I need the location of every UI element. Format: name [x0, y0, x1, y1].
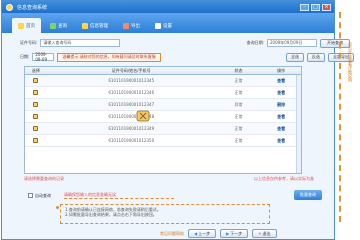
invert-select-button[interactable]: 反选: [307, 52, 325, 62]
row-checkbox[interactable]: [33, 137, 39, 143]
tab-search[interactable]: 查询: [44, 18, 73, 33]
id-label: 证件号码:: [20, 40, 38, 45]
export-icon: [123, 22, 129, 29]
date-input[interactable]: 2009年09月09日: [267, 39, 317, 47]
table-footer: 请选择需要查询的记录 以上信息仅供参考，请以实际为准: [24, 176, 314, 182]
row-status: 正常: [234, 137, 243, 143]
window-controls: – □ ×: [300, 3, 334, 11]
header-status: 状态: [234, 67, 243, 73]
tab-manage[interactable]: 信息管理: [76, 18, 114, 33]
hand-cursor-icon: [136, 110, 150, 122]
results-table: 选择 证件号码/姓名/手机号 状态 操作 610110190001012345 …: [24, 66, 302, 174]
next-button[interactable]: ▶ 下一步: [220, 229, 249, 238]
prev-icon: ◀: [194, 231, 198, 236]
row-number: 610110190001012350: [108, 138, 155, 143]
notice-banner: 温馨提示:请核对您的信息，如有疑问请及时联系客服: [57, 52, 161, 62]
row-checkbox[interactable]: [33, 101, 39, 107]
select-all-button[interactable]: 全选: [286, 52, 304, 62]
table-row[interactable]: 610110190001012349 正常 查看: [25, 123, 301, 135]
tip-line: 2.如需批量导出查询结果，请点击右下角导出按钮。: [65, 212, 157, 217]
tab-export[interactable]: 导出: [117, 18, 146, 33]
auto-query-label: 自动查询: [35, 193, 51, 198]
sub-toolbar: 日期: 2009-09-09 温馨提示:请核对您的信息，如有疑问请及时联系客服 …: [20, 52, 354, 62]
row-number: 610110190001012348: [108, 114, 155, 119]
maximize-icon[interactable]: □: [311, 3, 320, 11]
row-checkbox[interactable]: [33, 125, 39, 131]
warning-text: 请确保您输入的信息准确无误: [64, 192, 174, 199]
table-row[interactable]: 610110190001012348 正常 查看: [25, 111, 301, 123]
row-checkbox[interactable]: [33, 89, 39, 95]
id-input[interactable]: 请输入查询号码: [40, 39, 121, 47]
prev-button[interactable]: ◀ 上一步: [188, 229, 217, 238]
exit-button[interactable]: ✕ 退出: [252, 229, 277, 238]
row-checkbox[interactable]: [33, 77, 39, 83]
subbar-date-input[interactable]: 2009-09-09: [32, 52, 55, 62]
row-number: 610110190001012345: [108, 78, 155, 83]
table-row[interactable]: 610110190001012347 异常 删除: [25, 99, 301, 111]
next-icon: ▶: [226, 231, 230, 236]
table-body: 610110190001012345 正常 查看 610110190001012…: [25, 75, 301, 147]
footer-left-note: 请选择需要查询的记录: [24, 176, 64, 181]
table-scrollbar[interactable]: [296, 75, 301, 173]
minimize-icon[interactable]: –: [300, 3, 309, 11]
row-status: 正常: [234, 113, 243, 119]
help-link[interactable]: 常见问题帮助: [160, 231, 184, 237]
header-action: 操作: [277, 67, 286, 73]
table-header: 选择 证件号码/姓名/手机号 状态 操作: [25, 67, 301, 75]
tips-box: 1.查询前请确认已连接网络，若查询失败请稍后重试。 2.如需批量导出查询结果，请…: [60, 204, 270, 224]
footer-right-note: 以上信息仅供参考，请以实际为准: [254, 176, 314, 181]
bottom-actions: 常见问题帮助 ◀ 上一步 ▶ 下一步 ✕ 退出: [160, 229, 277, 238]
row-number: 610110190001012347: [108, 102, 155, 107]
row-status: 正常: [234, 89, 243, 95]
title-bar: 信息查询系统 – □ ×: [2, 1, 334, 13]
exit-icon: ✕: [258, 231, 262, 236]
row-status: 正常: [234, 125, 243, 131]
app-logo-icon: [6, 3, 13, 11]
batch-query-button[interactable]: 批量查询: [294, 190, 322, 200]
auto-query-checkbox[interactable]: [28, 193, 33, 198]
header-number: 证件号码/姓名/手机号: [111, 67, 151, 73]
search-bar: 证件号码: 请输入查询号码 查询日期: 2009年09月09日 开始查询: [20, 38, 350, 48]
header-select: 选择: [31, 67, 40, 73]
table-row[interactable]: 610110190001012346 正常 查看: [25, 87, 301, 99]
home-icon: [18, 22, 24, 29]
side-help-text: 点击此处查看详细说明: [348, 42, 353, 82]
date-label: 查询日期:: [246, 40, 264, 45]
subbar-date-label: 日期:: [20, 54, 30, 59]
folder-icon: [82, 22, 88, 29]
tips-bullet-icon: [56, 206, 59, 209]
row-checkbox[interactable]: [33, 113, 39, 119]
row-number: 610110190001012346: [108, 90, 155, 95]
row-status: 异常: [234, 101, 243, 107]
side-help-panel[interactable]: 点击此处查看详细说明: [339, 12, 357, 222]
search-icon: [50, 22, 56, 29]
table-row[interactable]: 610110190001012350 正常 查看: [25, 135, 301, 147]
gear-icon: [155, 22, 161, 29]
tab-home[interactable]: 首页: [12, 18, 41, 33]
row-number: 610110190001012349: [108, 126, 155, 131]
toolbar: 首页 查询 信息管理 导出 设置: [2, 13, 334, 33]
close-icon[interactable]: ×: [322, 3, 331, 11]
row-status: 正常: [234, 77, 243, 83]
window-title: 信息查询系统: [17, 4, 48, 11]
tab-settings[interactable]: 设置: [149, 18, 178, 33]
table-row[interactable]: 610110190001012345 正常 查看: [25, 75, 301, 87]
